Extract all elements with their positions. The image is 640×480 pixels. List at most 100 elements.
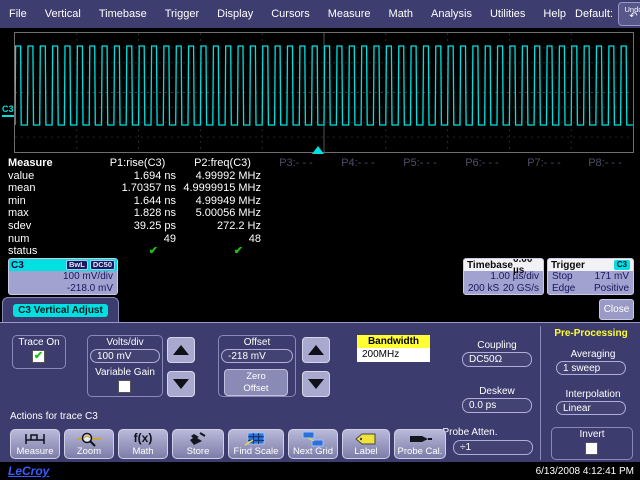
trigger-mode: Stop: [552, 271, 573, 283]
invert-label: Invert: [551, 429, 633, 440]
trace-on-checkbox[interactable]: ✔: [32, 350, 45, 363]
action-button-label: Math: [132, 447, 153, 457]
measure-row-label-max: max: [0, 207, 95, 220]
offset-up-button[interactable]: [302, 337, 330, 363]
menu-display[interactable]: Display: [208, 8, 262, 20]
measure-row-label-num: num: [0, 233, 95, 246]
zoom-button[interactable]: Zoom: [64, 429, 114, 459]
measure-min-p6: [451, 195, 513, 208]
measure-status-p2: ✔: [180, 245, 265, 258]
menu-utilities[interactable]: Utilities: [481, 8, 534, 20]
zero-offset-label: Zero Offset: [236, 371, 276, 395]
menu-trigger[interactable]: Trigger: [156, 8, 208, 20]
measure-row-label-sdev: sdev: [0, 220, 95, 233]
channel-c3-volts-per-div: 100 mV/div: [9, 271, 117, 283]
menu-help[interactable]: Help: [534, 8, 575, 20]
volts-div-down-button[interactable]: [167, 371, 195, 397]
measure-row-label-min: min: [0, 195, 95, 208]
math-button[interactable]: f(x)Math: [118, 429, 168, 459]
measure-value-p1: 1.694 ns: [95, 170, 180, 183]
waveform-grid[interactable]: [14, 32, 634, 153]
measure-col-p1[interactable]: P1:rise(C3): [95, 157, 180, 170]
trigger-descriptor-box[interactable]: Trigger C3 Stop 171 mV Edge Positive: [547, 258, 634, 295]
find-scale-button[interactable]: Find Scale: [228, 429, 284, 459]
waveform-trace: [15, 33, 633, 152]
measure-col-p6[interactable]: P6:- - -: [451, 157, 513, 170]
measure-col-p8[interactable]: P8:- - -: [575, 157, 635, 170]
trigger-position-marker-icon[interactable]: [312, 146, 324, 154]
menu-analysis[interactable]: Analysis: [422, 8, 481, 20]
measure-value-p7: [513, 170, 575, 183]
status-bar: LeCroy 6/13/2008 4:12:41 PM: [0, 462, 640, 480]
variable-gain-checkbox[interactable]: [118, 380, 131, 393]
probe-cal-button[interactable]: Probe Cal.: [394, 429, 446, 459]
action-button-label: Zoom: [77, 447, 101, 457]
measure-max-p7: [513, 207, 575, 220]
interpolation-select[interactable]: Linear: [556, 401, 626, 415]
menu-math[interactable]: Math: [380, 8, 422, 20]
bandwidth-select[interactable]: 200MHz: [357, 348, 430, 362]
volts-div-up-button[interactable]: [167, 337, 195, 363]
measure-num-p1: 49: [95, 233, 180, 246]
channel-c3-descriptor-box[interactable]: C3 BwLDC50 100 mV/div -218.0 mV: [8, 258, 118, 295]
menu-bar: FileVerticalTimebaseTriggerDisplayCursor…: [0, 0, 640, 28]
volts-div-field[interactable]: 100 mV: [90, 349, 160, 363]
measure-max-p6: [451, 207, 513, 220]
store-icon: [185, 431, 211, 447]
menu-cursors[interactable]: Cursors: [262, 8, 319, 20]
zero-offset-button[interactable]: Zero Offset: [224, 369, 288, 396]
measure-min-p8: [575, 195, 635, 208]
deskew-field[interactable]: 0.0 ps: [462, 398, 532, 413]
label-button[interactable]: Label: [342, 429, 390, 459]
measure-sdev-p6: [451, 220, 513, 233]
measure-col-p3[interactable]: P3:- - -: [265, 157, 327, 170]
measure-col-p5[interactable]: P5:- - -: [389, 157, 451, 170]
lecroy-logo[interactable]: LeCroy: [8, 464, 49, 478]
coupling-select[interactable]: DC50Ω: [462, 352, 532, 367]
menu-file[interactable]: File: [0, 8, 36, 20]
menu-vertical[interactable]: Vertical: [36, 8, 90, 20]
measure-mean-p5: [389, 182, 451, 195]
channel-c3-ground-marker[interactable]: C3: [2, 104, 14, 117]
measure-num-p7: [513, 233, 575, 246]
trigger-title: Trigger: [551, 260, 585, 271]
invert-checkbox[interactable]: [585, 442, 598, 455]
measure-col-p2[interactable]: P2:freq(C3): [180, 157, 265, 170]
probe-atten-field[interactable]: ÷1: [453, 440, 533, 455]
measure-mean-p3: [265, 182, 327, 195]
offset-field[interactable]: -218 mV: [221, 349, 293, 363]
measure-status-p8: [575, 245, 635, 258]
measure-min-p3: [265, 195, 327, 208]
measure-row-label-mean: mean: [0, 182, 95, 195]
action-button-label: Store: [187, 447, 210, 457]
measure-mean-p2: 4.9999915 MHz: [180, 182, 265, 195]
measure-col-p7[interactable]: P7:- - -: [513, 157, 575, 170]
measure-value-p6: [451, 170, 513, 183]
probe-cal-icon: [407, 431, 433, 447]
measure-sdev-p4: [327, 220, 389, 233]
action-button-label: Find Scale: [234, 447, 279, 457]
label-icon: [353, 431, 379, 447]
close-button[interactable]: Close: [599, 299, 634, 320]
menu-items: FileVerticalTimebaseTriggerDisplayCursor…: [0, 8, 575, 20]
menu-measure[interactable]: Measure: [319, 8, 380, 20]
measure-col-p4[interactable]: P4:- - -: [327, 157, 389, 170]
measure-min-p4: [327, 195, 389, 208]
measure-button[interactable]: Measure: [10, 429, 60, 459]
measure-sdev-p2: 272.2 Hz: [180, 220, 265, 233]
measure-table: MeasureP1:rise(C3)P2:freq(C3)P3:- - -P4:…: [0, 157, 640, 258]
measure-min-p1: 1.644 ns: [95, 195, 180, 208]
store-button[interactable]: Store: [172, 429, 224, 459]
measure-min-p7: [513, 195, 575, 208]
action-button-label: Measure: [17, 447, 54, 457]
measure-value-p2: 4.99992 MHz: [180, 170, 265, 183]
averaging-field[interactable]: 1 sweep: [556, 361, 626, 375]
tab-c3-vertical-adjust[interactable]: C3 Vertical Adjust: [2, 297, 119, 323]
measure-status-p4: [327, 245, 389, 258]
measure-value-p4: [327, 170, 389, 183]
menu-timebase[interactable]: Timebase: [90, 8, 156, 20]
undo-button[interactable]: Undo ↶: [618, 2, 640, 26]
timebase-descriptor-box[interactable]: Timebase 0.00 µs 1.00 µs/div 200 kS 20 G…: [463, 258, 544, 295]
offset-down-button[interactable]: [302, 371, 330, 397]
next-grid-button[interactable]: Next Grid: [288, 429, 338, 459]
